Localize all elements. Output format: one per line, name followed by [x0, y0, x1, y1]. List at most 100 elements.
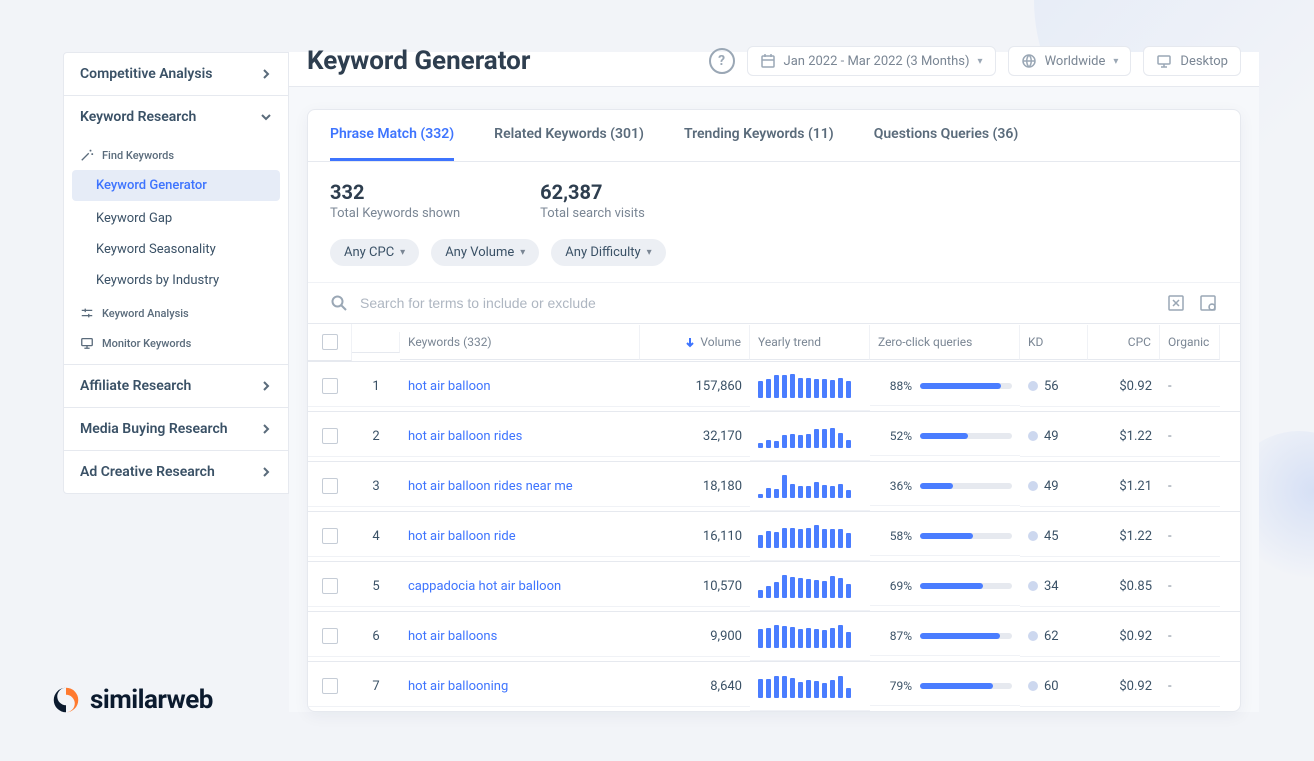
volume-cell: 32,170 [640, 417, 750, 457]
region-selector[interactable]: Worldwide ▾ [1008, 46, 1132, 76]
keyword-link[interactable]: hot air balloon [400, 367, 640, 407]
trend-sparkline [750, 562, 870, 611]
sidebar-sec-competitive[interactable]: Competitive Analysis [64, 53, 288, 95]
col-organic[interactable]: Organic [1160, 325, 1220, 360]
zero-click-cell: 88% [870, 367, 1020, 406]
checkbox[interactable] [322, 528, 338, 544]
col-cpc[interactable]: CPC [1088, 325, 1160, 360]
sidebar-item-keyword-gap[interactable]: Keyword Gap [64, 203, 288, 234]
sidebar-sub-find-keywords: Find Keywords [64, 138, 288, 168]
sidebar-sec-keyword-research[interactable]: Keyword Research [64, 96, 288, 138]
cpc-cell: $0.92 [1088, 367, 1160, 407]
chevron-right-icon [260, 380, 272, 392]
results-panel: Phrase Match (332) Related Keywords (301… [307, 109, 1241, 712]
search-input[interactable] [360, 295, 1154, 311]
keyword-link[interactable]: hot air balloon ride [400, 517, 640, 557]
organic-cell: - [1160, 567, 1220, 607]
export-excel-icon[interactable] [1166, 293, 1186, 313]
help-icon[interactable]: ? [709, 48, 735, 74]
checkbox[interactable] [322, 428, 338, 444]
checkbox[interactable] [322, 678, 338, 694]
sidebar-sub-monitor-keywords[interactable]: Monitor Keywords [64, 326, 288, 364]
table-row: 4hot air balloon ride16,11058%45$1.22- [308, 511, 1240, 561]
col-kd[interactable]: KD [1020, 325, 1088, 360]
volume-cell: 16,110 [640, 517, 750, 557]
sidebar-sec-media-buying[interactable]: Media Buying Research [64, 408, 288, 450]
zero-click-cell: 36% [870, 467, 1020, 506]
organic-cell: - [1160, 367, 1220, 407]
volume-cell: 157,860 [640, 367, 750, 407]
search-icon [330, 294, 348, 312]
sidebar-item-keywords-by-industry[interactable]: Keywords by Industry [64, 265, 288, 296]
tab-phrase-match[interactable]: Phrase Match (332) [330, 110, 454, 161]
col-checkbox [308, 324, 352, 361]
checkbox[interactable] [322, 578, 338, 594]
sidebar-sec-ad-creative[interactable]: Ad Creative Research [64, 451, 288, 493]
organic-cell: - [1160, 617, 1220, 657]
sidebar-item-keyword-generator[interactable]: Keyword Generator [72, 170, 280, 201]
caret-down-icon: ▾ [978, 56, 983, 67]
col-trend[interactable]: Yearly trend [750, 325, 870, 360]
chip-any-cpc[interactable]: Any CPC▾ [330, 239, 419, 266]
globe-icon [1021, 53, 1037, 69]
table-row: 3hot air balloon rides near me18,18036%4… [308, 461, 1240, 511]
chevron-right-icon [260, 466, 272, 478]
volume-cell: 9,900 [640, 617, 750, 657]
tab-trending[interactable]: Trending Keywords (11) [684, 110, 834, 161]
tab-related[interactable]: Related Keywords (301) [494, 110, 644, 161]
organic-cell: - [1160, 667, 1220, 707]
device-selector[interactable]: Desktop [1143, 46, 1241, 76]
date-range-selector[interactable]: Jan 2022 - Mar 2022 (3 Months) ▾ [747, 46, 996, 76]
sidebar-sub-keyword-analysis[interactable]: Keyword Analysis [64, 296, 288, 326]
zero-click-cell: 79% [870, 667, 1020, 706]
chip-any-difficulty[interactable]: Any Difficulty▾ [551, 239, 665, 266]
monitor-icon [80, 336, 94, 350]
table-row: 1hot air balloon157,860 88%56$0.92- [308, 361, 1240, 411]
col-zero-click[interactable]: Zero-click queries [870, 325, 1020, 360]
table-row: 6hot air balloons9,90087%62$0.92- [308, 611, 1240, 661]
stat-total-visits: 62,387 Total search visits [540, 180, 645, 221]
volume-cell: 8,640 [640, 667, 750, 707]
zero-click-cell: 69% [870, 567, 1020, 606]
kd-cell: 45 [1020, 517, 1088, 557]
checkbox[interactable] [322, 628, 338, 644]
brand-text: similarweb [90, 685, 213, 715]
sidebar: Competitive Analysis Keyword Research Fi… [63, 52, 289, 494]
checkbox-all[interactable] [322, 334, 338, 350]
zero-click-cell: 87% [870, 617, 1020, 656]
kd-cell: 56 [1020, 367, 1088, 407]
kd-cell: 62 [1020, 617, 1088, 657]
zero-click-cell: 52% [870, 417, 1020, 456]
trend-sparkline [750, 412, 870, 461]
volume-cell: 10,570 [640, 567, 750, 607]
cpc-cell: $1.22 [1088, 417, 1160, 457]
table-settings-icon[interactable] [1198, 293, 1218, 313]
col-keywords[interactable]: Keywords (332) [400, 325, 640, 360]
keyword-link[interactable]: hot air balloons [400, 617, 640, 657]
stat-total-keywords: 332 Total Keywords shown [330, 180, 460, 221]
trend-sparkline [750, 512, 870, 561]
similarweb-icon [52, 686, 80, 714]
keyword-link[interactable]: hot air balloon rides near me [400, 467, 640, 507]
col-volume[interactable]: Volume [640, 325, 750, 360]
zero-click-cell: 58% [870, 517, 1020, 556]
desktop-icon [1156, 53, 1172, 69]
checkbox[interactable] [322, 478, 338, 494]
rank-cell: 1 [352, 367, 400, 407]
cpc-cell: $0.92 [1088, 667, 1160, 707]
kd-cell: 34 [1020, 567, 1088, 607]
sidebar-sec-affiliate[interactable]: Affiliate Research [64, 365, 288, 407]
rank-cell: 2 [352, 417, 400, 457]
checkbox[interactable] [322, 378, 338, 394]
chip-any-volume[interactable]: Any Volume▾ [431, 239, 539, 266]
keyword-link[interactable]: hot air ballooning [400, 667, 640, 707]
caret-down-icon: ▾ [520, 247, 525, 258]
keyword-link[interactable]: cappadocia hot air balloon [400, 567, 640, 607]
trend-sparkline [750, 462, 870, 511]
cpc-cell: $0.85 [1088, 567, 1160, 607]
tab-questions[interactable]: Questions Queries (36) [874, 110, 1019, 161]
table-row: 7hot air ballooning8,64079%60$0.92- [308, 661, 1240, 711]
keyword-link[interactable]: hot air balloon rides [400, 417, 640, 457]
sidebar-item-keyword-seasonality[interactable]: Keyword Seasonality [64, 234, 288, 265]
kd-cell: 60 [1020, 667, 1088, 707]
